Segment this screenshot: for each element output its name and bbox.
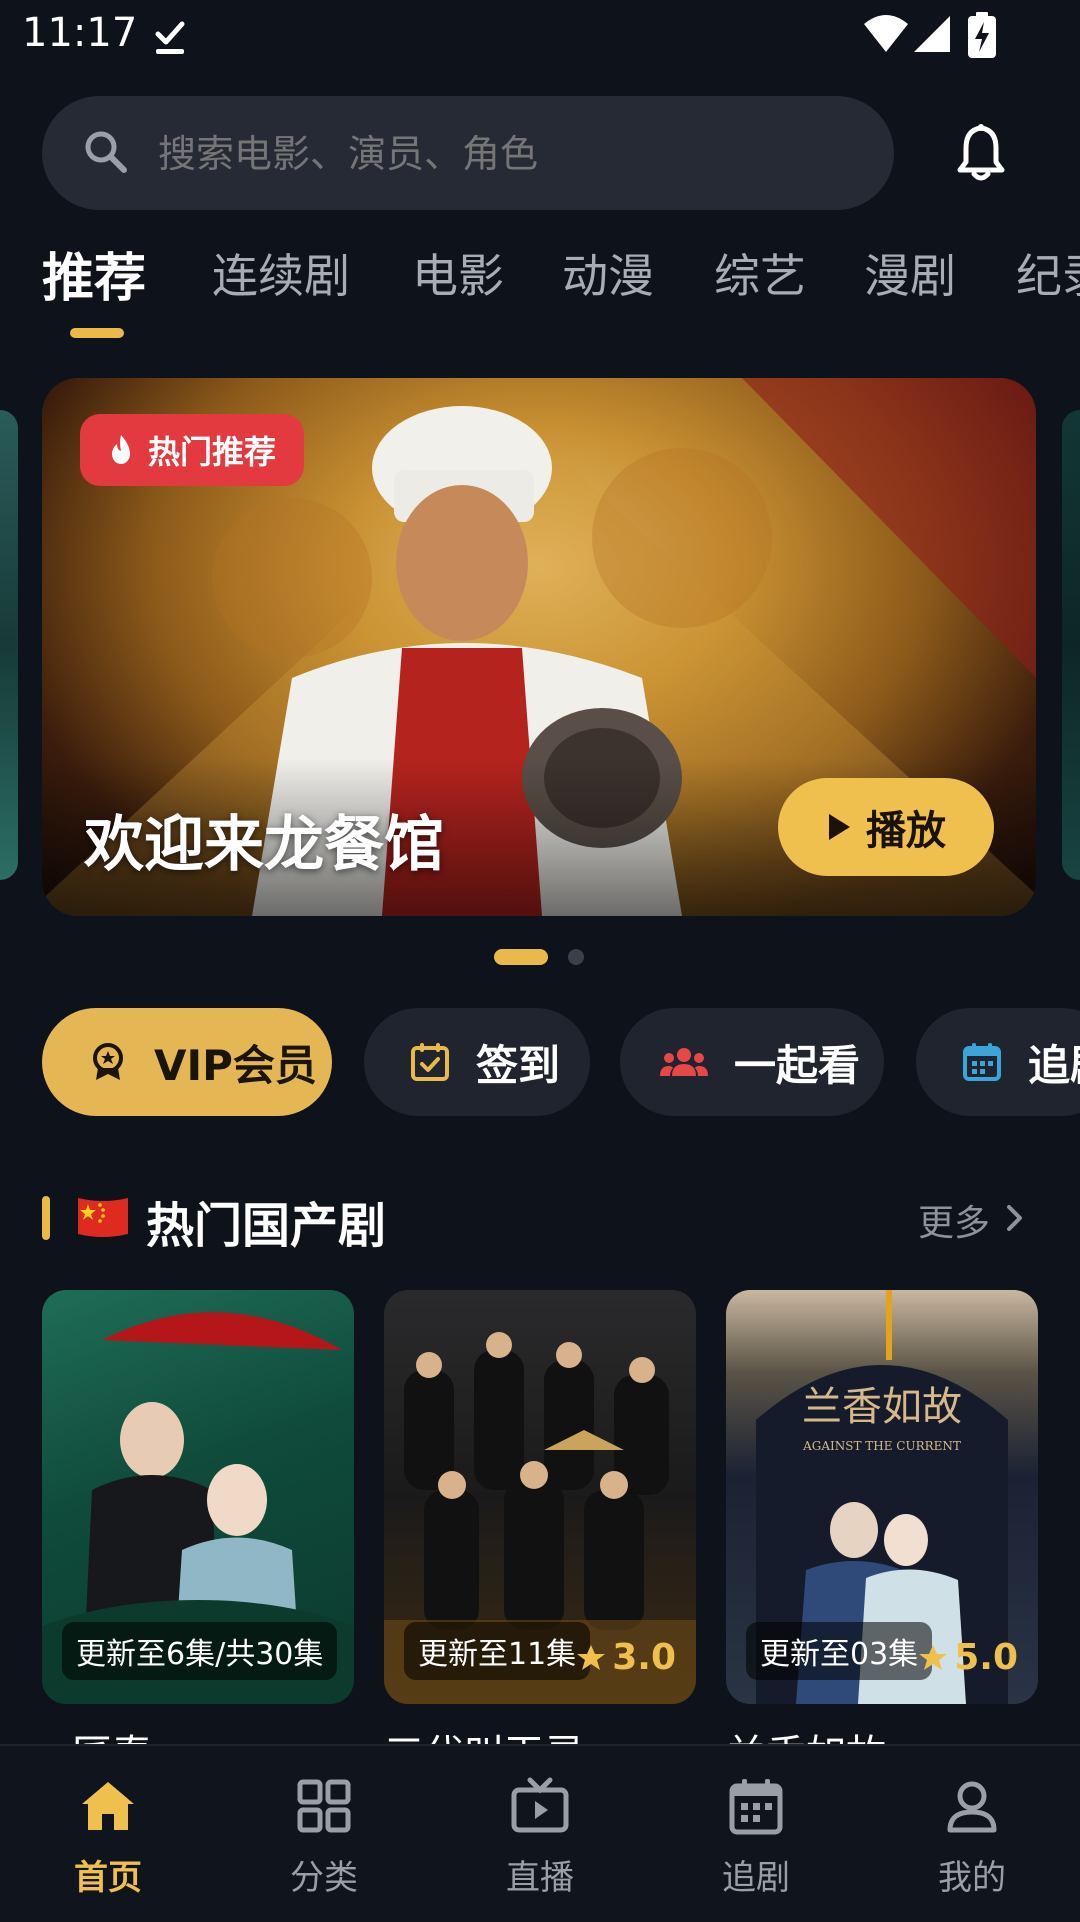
follow-series-button[interactable]: 追剧 [916,1008,1080,1116]
search-input[interactable] [156,96,860,212]
rating-value: 5.0 [954,1637,1018,1678]
checkin-button-label: 签到 [476,1040,561,1090]
banner-next-peek[interactable] [1062,410,1080,880]
star-icon [919,1644,948,1670]
episode-status-text: 更新至6集/共30集 [76,1637,324,1672]
nav-home-label: 首页 [74,1858,142,1898]
nav-profile[interactable]: 我的 [864,1746,1080,1922]
play-button-label: 播放 [866,808,946,854]
search-icon [85,131,127,173]
pagination-dot-active[interactable] [494,949,548,965]
status-time: 11:17 [22,10,138,56]
bell-icon[interactable] [956,124,1006,182]
pagination-dot[interactable] [568,949,584,965]
tab-movie[interactable]: 电影 [412,240,504,306]
calendar-icon [729,1779,783,1835]
wifi-icon [864,15,908,52]
nav-home[interactable]: 首页 [0,1746,216,1922]
bottom-navigation: 首页 分类 直播 追剧 我的 [0,1744,1080,1922]
tab-variety[interactable]: 综艺 [714,240,806,306]
drama-card[interactable]: 更新至11集 3.0 [384,1290,696,1704]
tab-recommend[interactable]: 推荐 [42,240,146,311]
watch-together-button-label: 一起看 [734,1040,861,1090]
tab-comic-drama[interactable]: 漫剧 [864,240,956,306]
follow-series-button-label: 追剧 [1028,1040,1080,1090]
vip-badge-icon [93,1043,123,1080]
rating-value: 3.0 [612,1637,676,1678]
tab-documentary[interactable]: 纪录 [1016,240,1080,306]
signal-icon [914,16,950,52]
category-tabs: 推荐 连续剧 电影 动漫 综艺 漫剧 纪录 [0,240,1080,340]
nav-follow-label: 追剧 [722,1858,790,1898]
checkin-button[interactable]: 签到 [364,1008,590,1116]
home-icon [82,1782,134,1830]
tab-series[interactable]: 连续剧 [212,240,350,306]
tab-anime[interactable]: 动漫 [562,240,654,306]
nav-live-label: 直播 [506,1858,574,1898]
vip-button[interactable]: VIP会员 [42,1008,332,1116]
star-icon [577,1644,606,1670]
drama-card[interactable]: 更新至6集/共30集 [42,1290,354,1704]
nav-live[interactable]: 直播 [432,1746,648,1922]
episode-status: 更新至6集/共30集 [62,1622,338,1680]
battery-charging-icon [968,12,996,58]
fire-icon [112,435,130,464]
calendar-icon [963,1043,1001,1081]
hero-banner[interactable]: 热门推荐 欢迎来龙餐馆 播放 [42,378,1036,916]
episode-status-text: 更新至03集 [760,1637,919,1672]
play-icon [829,814,850,840]
nav-profile-label: 我的 [938,1858,1006,1898]
svg-text:AGAINST THE CURRENT: AGAINST THE CURRENT [802,1439,961,1453]
download-done-icon [155,21,185,54]
status-bar: 11:17 [0,0,1080,72]
grid-icon [297,1779,351,1833]
hot-badge: 热门推荐 [80,414,305,486]
china-flag-icon [78,1198,128,1237]
watch-together-button[interactable]: 一起看 [620,1008,884,1116]
calendar-check-icon [411,1043,449,1081]
group-icon [660,1048,708,1076]
hot-badge-label: 热门推荐 [148,433,277,471]
rating: 5.0 [918,1637,1018,1678]
tv-icon [511,1777,569,1833]
chevron-right-icon[interactable] [1004,1204,1026,1232]
play-button[interactable]: 播放 [778,778,994,876]
nav-category[interactable]: 分类 [216,1746,432,1922]
svg-text:兰香如故: 兰香如故 [802,1384,962,1430]
banner-title: 欢迎来龙餐馆 [84,810,444,880]
rating: 3.0 [576,1637,676,1678]
drama-card[interactable]: 兰香如故 AGAINST THE CURRENT 更新至03集 5.0 [726,1290,1038,1704]
more-link[interactable]: 更多 [918,1194,990,1246]
search-bar[interactable] [42,96,894,212]
episode-status: 更新至03集 [746,1622,933,1680]
section-accent-bar [42,1196,50,1240]
banner-prev-peek[interactable] [0,410,18,880]
episode-status: 更新至11集 [404,1622,591,1680]
section-title: 热门国产剧 [146,1198,387,1254]
nav-category-label: 分类 [290,1858,358,1898]
vip-button-label: VIP会员 [154,1040,317,1090]
user-icon [947,1781,997,1833]
active-tab-indicator [70,328,124,338]
nav-follow[interactable]: 追剧 [648,1746,864,1922]
episode-status-text: 更新至11集 [418,1637,577,1672]
